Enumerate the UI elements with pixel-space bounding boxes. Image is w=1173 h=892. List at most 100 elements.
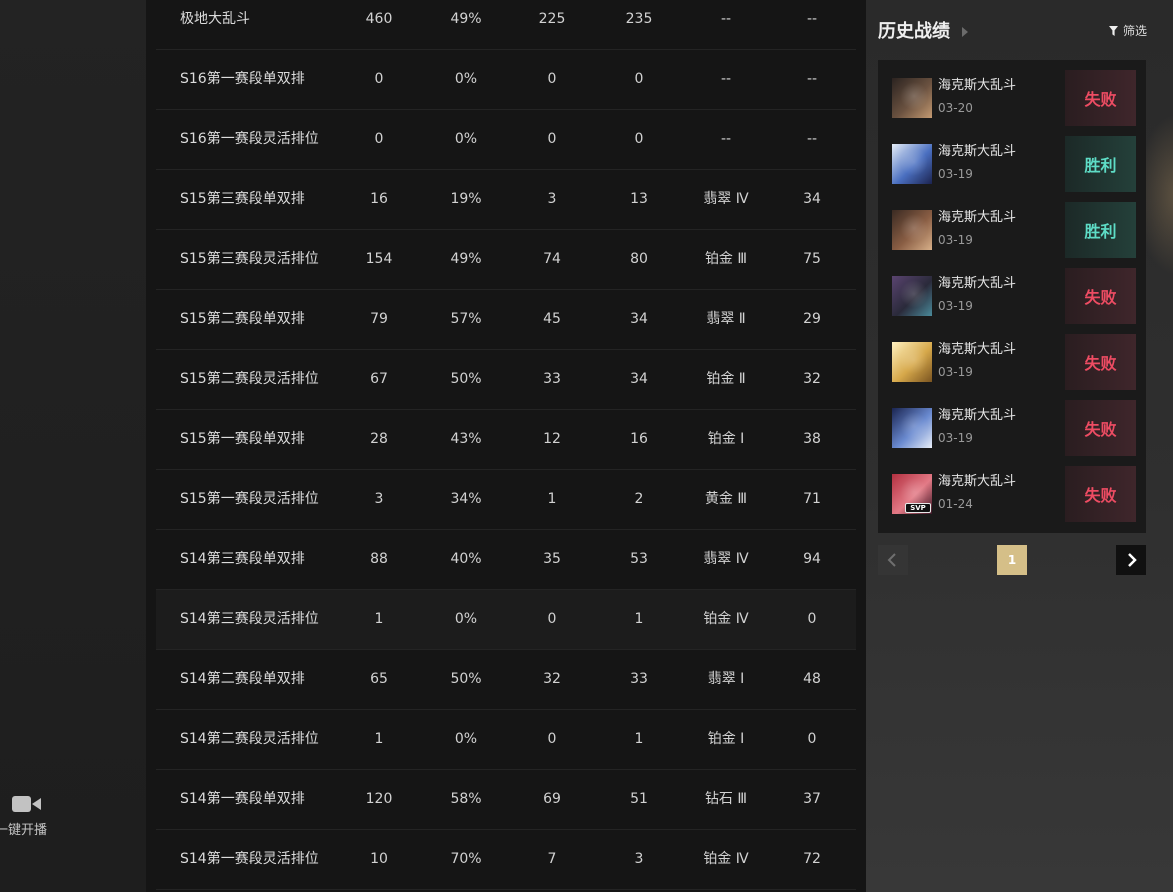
win-rate-cell: 19% <box>450 191 482 207</box>
rank-tier-cell: -- <box>720 11 732 27</box>
losses-cell: 34 <box>630 371 648 387</box>
games-played-cell: 0 <box>374 131 384 147</box>
app-window: 一键开播 极地大乱斗 460 49% 225 235 -- -- S16第一赛段单双排 0 0% 0… <box>0 0 1173 892</box>
match-item[interactable]: SVP 海克斯大乱斗 01-24 失败 <box>878 466 1146 522</box>
losses-cell: 53 <box>630 551 648 567</box>
league-points-cell: 34 <box>803 191 821 207</box>
svp-badge: SVP <box>905 503 931 513</box>
win-rate-cell: 50% <box>450 371 482 387</box>
match-result-badge: 胜利 <box>1065 202 1136 258</box>
match-history-title-link[interactable]: 历史战绩 <box>878 20 968 44</box>
match-date: 03-19 <box>938 299 973 313</box>
games-played-cell: 65 <box>370 671 388 687</box>
queue-name-cell: S16第一赛段灵活排位 <box>180 131 319 147</box>
wins-cell: 0 <box>547 731 557 747</box>
games-played-cell: 1 <box>374 611 384 627</box>
league-points-cell: 38 <box>803 431 821 447</box>
match-item[interactable]: 海克斯大乱斗 03-19 胜利 <box>878 202 1146 258</box>
wins-cell: 1 <box>547 491 557 507</box>
match-result-badge: 失败 <box>1065 268 1136 324</box>
league-points-cell: 94 <box>803 551 821 567</box>
win-rate-cell: 0% <box>454 611 478 627</box>
match-list: 海克斯大乱斗 03-20 失败 海克斯大乱斗 03-19 胜利 海克斯大乱斗 03-19 胜利海… <box>878 60 1146 533</box>
stats-row: S15第三赛段单双排 16 19% 3 13 翡翠 Ⅳ 34 <box>156 170 856 230</box>
games-played-cell: 88 <box>370 551 388 567</box>
match-mode: 海克斯大乱斗 <box>938 342 1017 357</box>
wins-cell: 0 <box>547 611 557 627</box>
games-played-cell: 10 <box>370 851 388 867</box>
queue-name-cell: S15第三赛段单双排 <box>180 191 305 207</box>
stats-row: S14第三赛段灵活排位 1 0% 0 1 铂金 Ⅳ 0 <box>156 590 856 650</box>
rank-tier-cell: 黄金 Ⅲ <box>704 491 748 507</box>
rank-tier-cell: 铂金 Ⅲ <box>704 251 748 267</box>
wins-cell: 0 <box>547 131 557 147</box>
champion-avatar <box>892 210 932 250</box>
match-item[interactable]: 海克斯大乱斗 03-20 失败 <box>878 70 1146 126</box>
wins-cell: 225 <box>538 11 566 27</box>
win-rate-cell: 43% <box>450 431 482 447</box>
win-rate-cell: 57% <box>450 311 482 327</box>
match-mode: 海克斯大乱斗 <box>938 474 1017 489</box>
go-live-button[interactable]: 一键开播 <box>0 790 55 840</box>
win-rate-cell: 49% <box>450 11 482 27</box>
camera-icon <box>12 796 41 812</box>
match-item[interactable]: 海克斯大乱斗 03-19 失败 <box>878 268 1146 324</box>
wins-cell: 45 <box>543 311 561 327</box>
page-number-button[interactable]: 1 <box>997 545 1027 575</box>
queue-name-cell: S15第三赛段灵活排位 <box>180 251 319 267</box>
stats-row: S14第二赛段单双排 65 50% 32 33 翡翠 Ⅰ 48 <box>156 650 856 710</box>
queue-name-cell: S15第一赛段灵活排位 <box>180 491 319 507</box>
match-item[interactable]: 海克斯大乱斗 03-19 失败 <box>878 400 1146 456</box>
match-result-badge: 失败 <box>1065 334 1136 390</box>
match-date: 03-19 <box>938 365 973 379</box>
match-date: 03-19 <box>938 233 973 247</box>
wins-cell: 12 <box>543 431 561 447</box>
rank-tier-cell: 铂金 Ⅱ <box>706 371 746 387</box>
losses-cell: 2 <box>634 491 644 507</box>
rank-tier-cell: 铂金 Ⅰ <box>707 431 745 447</box>
champion-avatar <box>892 78 932 118</box>
losses-cell: 3 <box>634 851 644 867</box>
league-points-cell: 29 <box>803 311 821 327</box>
rank-tier-cell: 钻石 Ⅲ <box>704 791 748 807</box>
games-played-cell: 28 <box>370 431 388 447</box>
league-points-cell: 75 <box>803 251 821 267</box>
league-points-cell: 0 <box>807 731 817 747</box>
rank-tier-cell: 翡翠 Ⅰ <box>707 671 745 687</box>
left-sidebar: 一键开播 <box>0 0 146 892</box>
games-played-cell: 1 <box>374 731 384 747</box>
win-rate-cell: 58% <box>450 791 482 807</box>
rank-tier-cell: 铂金 Ⅳ <box>703 851 749 867</box>
next-page-button[interactable] <box>1116 545 1146 575</box>
games-played-cell: 154 <box>365 251 393 267</box>
win-rate-cell: 0% <box>454 731 478 747</box>
prev-page-button[interactable] <box>878 545 908 575</box>
games-played-cell: 16 <box>370 191 388 207</box>
queue-name-cell: S15第二赛段灵活排位 <box>180 371 319 387</box>
champion-avatar <box>892 276 932 316</box>
match-result-badge: 胜利 <box>1065 136 1136 192</box>
wins-cell: 3 <box>547 191 557 207</box>
match-item[interactable]: 海克斯大乱斗 03-19 失败 <box>878 334 1146 390</box>
stats-row: S15第二赛段单双排 79 57% 45 34 翡翠 Ⅱ 29 <box>156 290 856 350</box>
league-points-cell: -- <box>806 131 818 147</box>
match-item[interactable]: 海克斯大乱斗 03-19 胜利 <box>878 136 1146 192</box>
league-points-cell: 37 <box>803 791 821 807</box>
losses-cell: 13 <box>630 191 648 207</box>
wins-cell: 69 <box>543 791 561 807</box>
win-rate-cell: 40% <box>450 551 482 567</box>
filter-button[interactable]: 筛选 <box>1108 23 1147 39</box>
champion-avatar <box>892 408 932 448</box>
wins-cell: 35 <box>543 551 561 567</box>
stats-row: S16第一赛段灵活排位 0 0% 0 0 -- -- <box>156 110 856 170</box>
match-mode: 海克斯大乱斗 <box>938 408 1017 423</box>
losses-cell: 1 <box>634 731 644 747</box>
losses-cell: 0 <box>634 131 644 147</box>
ranked-stats-table: 极地大乱斗 460 49% 225 235 -- -- S16第一赛段单双排 0 0% 0 0 -- --… <box>156 0 856 890</box>
match-date: 03-20 <box>938 101 973 115</box>
losses-cell: 16 <box>630 431 648 447</box>
match-mode: 海克斯大乱斗 <box>938 210 1017 225</box>
match-result-badge: 失败 <box>1065 70 1136 126</box>
match-date: 03-19 <box>938 431 973 445</box>
league-points-cell: 32 <box>803 371 821 387</box>
